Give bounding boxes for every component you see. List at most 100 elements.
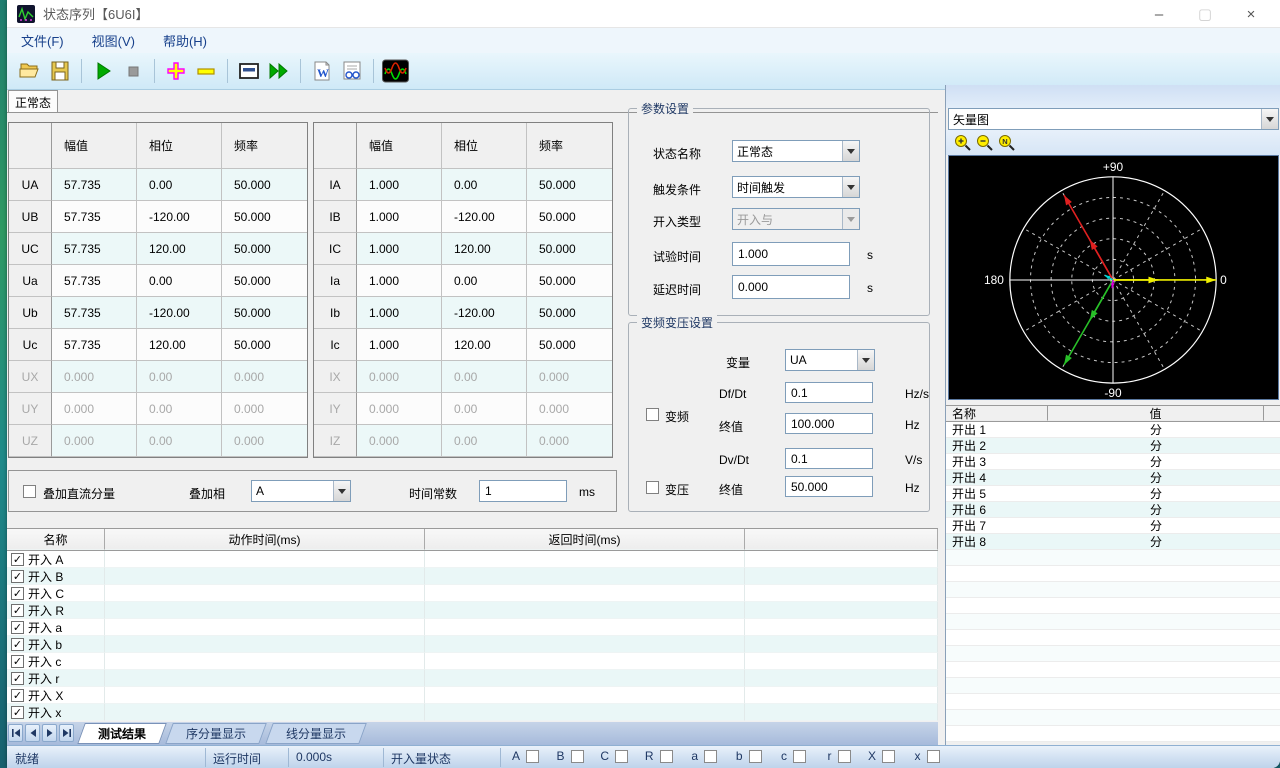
action-time-cell[interactable]: [105, 551, 425, 568]
value-cell[interactable]: 50.000: [527, 329, 612, 361]
report-preview-button[interactable]: [337, 57, 367, 85]
value-cell[interactable]: 0.000: [527, 393, 612, 425]
return-time-cell[interactable]: [425, 551, 745, 568]
value-cell[interactable]: 1.000: [357, 265, 442, 297]
volt-end-input[interactable]: 50.000: [785, 476, 873, 497]
volt-ramp-checkbox[interactable]: [646, 481, 659, 494]
last-page-button[interactable]: [59, 724, 74, 742]
value-cell[interactable]: 1.000: [357, 169, 442, 201]
freq-end-input[interactable]: 100.000: [785, 413, 873, 434]
start-button[interactable]: [88, 57, 118, 85]
value-cell[interactable]: 50.000: [222, 233, 307, 265]
remove-state-button[interactable]: [191, 57, 221, 85]
trigger-select[interactable]: 时间触发: [732, 176, 860, 198]
dfdt-input[interactable]: 0.1: [785, 382, 873, 403]
value-cell[interactable]: 120.00: [442, 329, 527, 361]
run-all-button[interactable]: [264, 57, 294, 85]
zoom-reset-button[interactable]: N: [996, 133, 1018, 153]
tab-test-results[interactable]: 测试结果: [77, 723, 167, 744]
dvdt-input[interactable]: 0.1: [785, 448, 873, 469]
action-time-cell[interactable]: [105, 602, 425, 619]
maximize-button[interactable]: ▢: [1182, 0, 1228, 28]
row-checkbox[interactable]: ✓: [11, 553, 24, 566]
value-cell[interactable]: 50.000: [527, 201, 612, 233]
value-cell[interactable]: 120.00: [137, 233, 222, 265]
value-cell[interactable]: 57.735: [52, 329, 137, 361]
value-cell[interactable]: 50.000: [222, 297, 307, 329]
value-cell[interactable]: 0.00: [442, 425, 527, 457]
value-cell[interactable]: 0.00: [137, 425, 222, 457]
value-cell[interactable]: 0.00: [442, 393, 527, 425]
action-time-cell[interactable]: [105, 687, 425, 704]
action-time-cell[interactable]: [105, 704, 425, 721]
row-checkbox[interactable]: ✓: [11, 621, 24, 634]
save-button[interactable]: [45, 57, 75, 85]
value-cell[interactable]: 0.00: [137, 393, 222, 425]
superpose-phase-select[interactable]: A: [251, 480, 351, 502]
value-cell[interactable]: 0.000: [222, 393, 307, 425]
add-state-button[interactable]: [161, 57, 191, 85]
value-cell[interactable]: 0.00: [442, 265, 527, 297]
state-name-select[interactable]: 正常态: [732, 140, 860, 162]
value-cell[interactable]: 50.000: [222, 169, 307, 201]
value-cell[interactable]: 0.000: [357, 393, 442, 425]
row-checkbox[interactable]: ✓: [11, 604, 24, 617]
value-cell[interactable]: 0.000: [222, 425, 307, 457]
next-page-button[interactable]: [42, 724, 57, 742]
return-time-cell[interactable]: [425, 568, 745, 585]
value-cell[interactable]: 0.000: [357, 361, 442, 393]
action-time-cell[interactable]: [105, 670, 425, 687]
action-time-cell[interactable]: [105, 568, 425, 585]
action-time-cell[interactable]: [105, 653, 425, 670]
value-cell[interactable]: -120.00: [442, 297, 527, 329]
row-checkbox[interactable]: ✓: [11, 587, 24, 600]
chevron-down-icon[interactable]: [333, 481, 350, 501]
value-cell[interactable]: 0.00: [137, 169, 222, 201]
return-time-cell[interactable]: [425, 653, 745, 670]
value-cell[interactable]: 50.000: [527, 233, 612, 265]
action-time-cell[interactable]: [105, 636, 425, 653]
value-cell[interactable]: 1.000: [357, 297, 442, 329]
value-cell[interactable]: -120.00: [442, 201, 527, 233]
tab-line-components[interactable]: 线分量显示: [265, 723, 367, 744]
action-time-cell[interactable]: [105, 619, 425, 636]
return-time-cell[interactable]: [425, 619, 745, 636]
freq-ramp-checkbox[interactable]: [646, 408, 659, 421]
value-cell[interactable]: 1.000: [357, 201, 442, 233]
superpose-dc-checkbox[interactable]: [23, 485, 36, 498]
minimize-button[interactable]: –: [1136, 0, 1182, 28]
value-cell[interactable]: 57.735: [52, 297, 137, 329]
tab-sequence-components[interactable]: 序分量显示: [165, 723, 267, 744]
value-cell[interactable]: 57.735: [52, 265, 137, 297]
value-cell[interactable]: 50.000: [527, 169, 612, 201]
state-tab[interactable]: 正常态: [8, 90, 58, 113]
value-cell[interactable]: 50.000: [527, 265, 612, 297]
export-word-button[interactable]: W: [307, 57, 337, 85]
open-button[interactable]: [15, 57, 45, 85]
row-checkbox[interactable]: ✓: [11, 638, 24, 651]
variable-select[interactable]: UA: [785, 349, 875, 371]
value-cell[interactable]: 50.000: [222, 201, 307, 233]
row-checkbox[interactable]: ✓: [11, 655, 24, 668]
value-cell[interactable]: 57.735: [52, 201, 137, 233]
value-cell[interactable]: 0.000: [222, 361, 307, 393]
menu-file[interactable]: 文件(F): [7, 31, 78, 50]
value-cell[interactable]: 50.000: [222, 265, 307, 297]
chevron-down-icon[interactable]: [1261, 109, 1278, 129]
chevron-down-icon[interactable]: [842, 141, 859, 161]
value-cell[interactable]: 50.000: [222, 329, 307, 361]
value-cell[interactable]: 0.00: [137, 361, 222, 393]
row-checkbox[interactable]: ✓: [11, 570, 24, 583]
value-cell[interactable]: 57.735: [52, 169, 137, 201]
first-page-button[interactable]: [8, 724, 23, 742]
return-time-cell[interactable]: [425, 687, 745, 704]
row-checkbox[interactable]: ✓: [11, 689, 24, 702]
return-time-cell[interactable]: [425, 636, 745, 653]
value-cell[interactable]: 0.000: [52, 393, 137, 425]
zoom-out-button[interactable]: [974, 133, 996, 153]
value-cell[interactable]: 0.00: [442, 169, 527, 201]
value-cell[interactable]: 1.000: [357, 233, 442, 265]
action-time-cell[interactable]: [105, 585, 425, 602]
row-checkbox[interactable]: ✓: [11, 672, 24, 685]
value-cell[interactable]: 57.735: [52, 233, 137, 265]
